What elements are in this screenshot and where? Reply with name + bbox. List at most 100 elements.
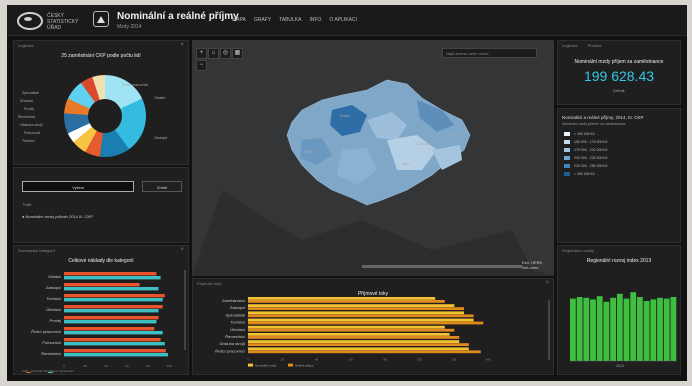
nav-item[interactable]: TABULKA [279, 17, 301, 23]
legend-subtitle: Nominální mzdy průměr za zaměstnance [562, 122, 626, 126]
donut-label: Technici [22, 139, 35, 143]
home-button[interactable]: ⌂ [208, 48, 219, 59]
bar[interactable] [248, 300, 445, 303]
map-view[interactable]: + − ⌂ ◎ ▦ Najít adresu nebo místo Praha … [192, 40, 554, 276]
bar[interactable] [248, 336, 460, 339]
donut-chart[interactable] [64, 75, 146, 157]
category-label: Řemeslníci [41, 351, 61, 356]
nav-item[interactable]: GRAFY [254, 17, 271, 23]
legend-label: 175 000 - 200 000 Kč [574, 148, 608, 152]
tab-legend[interactable]: Legenda [562, 43, 578, 51]
bar[interactable] [596, 296, 603, 361]
bar[interactable] [248, 340, 460, 343]
bar[interactable] [64, 349, 166, 353]
bar[interactable] [663, 298, 670, 361]
bar[interactable] [64, 298, 163, 302]
bar[interactable] [576, 297, 583, 361]
bar[interactable] [248, 304, 455, 307]
bar[interactable] [64, 283, 140, 287]
category-label: Zástupci [46, 285, 61, 290]
category-label: Specialisté [226, 312, 246, 317]
bar[interactable] [64, 309, 159, 313]
nav-item[interactable]: O APLIKACI [329, 17, 357, 23]
close-icon[interactable]: × [180, 42, 184, 48]
legend-swatch [564, 156, 570, 160]
stat-panel: Legenda Přehled Nominální mzdy příjem za… [557, 40, 681, 105]
basemap-button[interactable]: ▦ [232, 48, 243, 59]
bar[interactable] [610, 297, 616, 361]
bar[interactable] [64, 316, 159, 320]
bar[interactable] [570, 298, 576, 361]
bar[interactable] [64, 272, 157, 276]
bar[interactable] [64, 305, 163, 309]
axis-tick: 80 [383, 358, 387, 362]
bar[interactable] [64, 276, 161, 280]
sort-value[interactable]: ● Nominální mzdy průměr 2014 III. CKP [22, 214, 93, 219]
bar[interactable] [64, 327, 155, 331]
bar[interactable] [248, 307, 464, 310]
regional-bar-chart: 2013 [570, 292, 678, 368]
bar[interactable] [657, 297, 663, 361]
legend-row: 150 000 - 175 000 Kč [558, 138, 680, 146]
legend-row: 175 000 - 200 000 Kč [558, 146, 680, 154]
category-label: Řídící pracovníci [215, 348, 245, 353]
bar[interactable] [64, 331, 163, 335]
select-button[interactable]: Vybrat [22, 181, 134, 192]
bar[interactable] [248, 333, 450, 336]
legend-row: 200 000 - 225 000 Kč [558, 154, 680, 162]
bar[interactable] [248, 328, 455, 332]
bar[interactable] [248, 321, 484, 325]
legend-row: 225 000 - 250 000 Kč [558, 162, 680, 170]
bar[interactable] [616, 293, 623, 361]
panel-label: Příjmové toky [197, 281, 222, 286]
zoom-in-button[interactable]: + [196, 48, 207, 59]
category-label: Technici [47, 296, 62, 301]
logo-icon[interactable] [17, 12, 43, 30]
bar[interactable] [64, 287, 159, 291]
close-icon[interactable]: × [180, 247, 184, 253]
bar[interactable] [64, 294, 165, 298]
clear-button[interactable]: Zrušit [142, 181, 182, 192]
zoom-out-button[interactable]: − [196, 60, 207, 71]
axis-tick: 40 [315, 358, 319, 362]
bar[interactable] [643, 301, 650, 361]
bar[interactable] [64, 353, 168, 357]
legend-swatch [564, 148, 570, 152]
bar[interactable] [64, 320, 157, 324]
bar[interactable] [248, 311, 464, 315]
nav-item[interactable]: INFO [309, 17, 321, 23]
scrollbar[interactable] [548, 300, 550, 360]
bar[interactable] [64, 342, 165, 346]
bar[interactable] [248, 325, 445, 329]
nav-item[interactable]: MAPA [232, 17, 246, 23]
map-search-input[interactable]: Najít adresu nebo místo [442, 48, 537, 58]
bar[interactable] [650, 299, 657, 361]
bar[interactable] [630, 292, 637, 361]
bar[interactable] [248, 297, 436, 300]
category-label: Úředníci [46, 307, 61, 312]
bar[interactable] [637, 297, 643, 361]
donut-label: Specialisté [22, 91, 39, 95]
category-label: Řemeslníci [225, 334, 245, 339]
bar[interactable] [670, 297, 677, 361]
donut-label: Pomocníci [24, 131, 41, 135]
bar[interactable] [248, 343, 469, 346]
bar[interactable] [603, 301, 610, 361]
bar[interactable] [248, 350, 481, 354]
bar[interactable] [583, 297, 590, 361]
scrollbar[interactable] [184, 270, 186, 350]
bar[interactable] [248, 314, 474, 318]
bar[interactable] [248, 318, 474, 322]
locate-button[interactable]: ◎ [220, 48, 231, 59]
map-city-label: Praha [340, 114, 350, 118]
map-city-label: Ostrava [447, 132, 460, 136]
bar[interactable] [64, 338, 161, 342]
bar[interactable] [623, 298, 630, 361]
close-icon[interactable]: × [545, 280, 549, 286]
category-label: Pomocníci [42, 340, 61, 345]
legend-title: Nominální a reálné příjmy, 2014, III. CK… [562, 115, 644, 120]
tab-overview[interactable]: Přehled [588, 43, 602, 51]
bar[interactable] [590, 299, 596, 361]
flow-bar-panel: Příjmové toky × Příjmové toky Zaměstnanc… [192, 278, 554, 375]
bar[interactable] [248, 347, 469, 351]
